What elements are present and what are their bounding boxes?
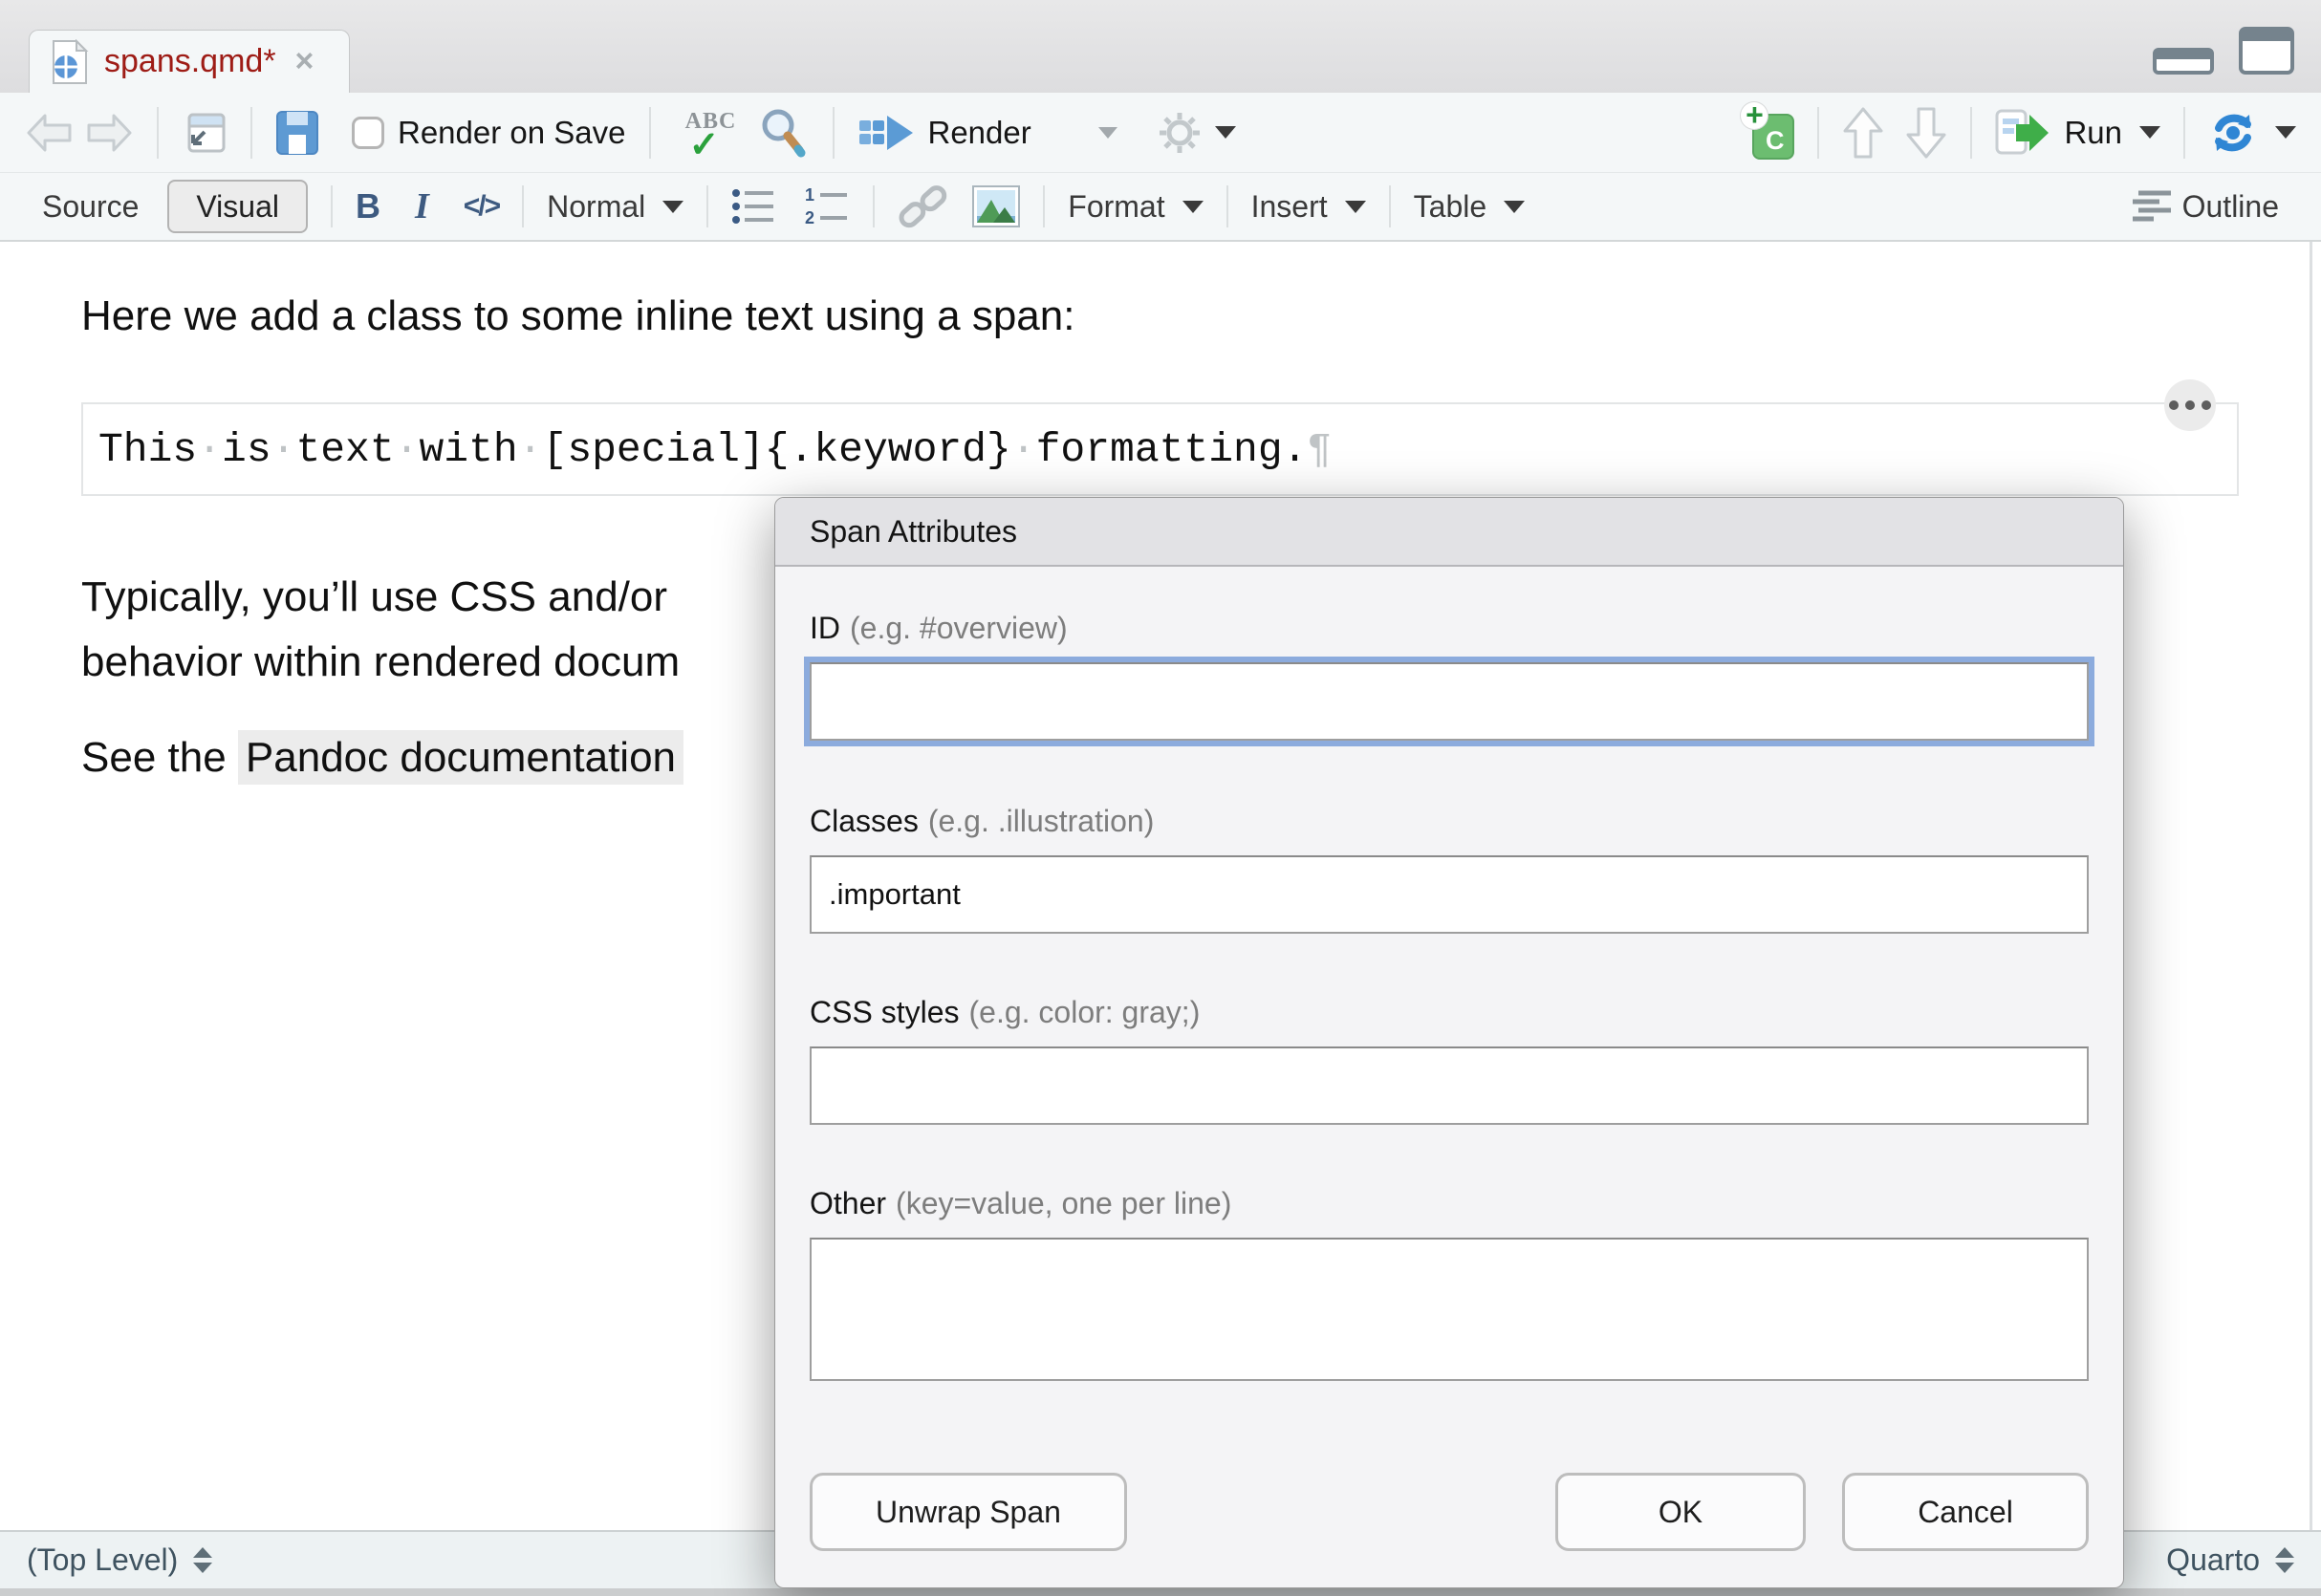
table-menu-caret[interactable]	[1504, 201, 1525, 213]
code-line: This·is·text·with·[special]{.keyword}·fo…	[98, 426, 1332, 473]
gear-icon[interactable]	[1158, 111, 1202, 155]
render-button[interactable]: Render	[928, 115, 1031, 151]
go-next-section-icon[interactable]	[1905, 106, 1947, 160]
inline-code-button[interactable]: </>	[464, 190, 499, 223]
save-icon[interactable]	[275, 110, 319, 156]
span-code-block[interactable]: This·is·text·with·[special]{.keyword}·fo…	[81, 402, 2239, 496]
classes-field-label: Classes(e.g. .illustration)	[810, 804, 2089, 842]
visual-mode-button[interactable]: Visual	[167, 180, 308, 233]
css-styles-input[interactable]	[810, 1046, 2089, 1125]
span-attributes-dialog: Span Attributes ID(e.g. #overview) Class…	[774, 497, 2124, 1588]
rerun-icon[interactable]	[2208, 109, 2258, 157]
search-icon[interactable]	[758, 106, 810, 160]
tab-close-icon[interactable]: ×	[295, 43, 315, 80]
css-styles-field-label: CSS styles(e.g. color: gray;)	[810, 995, 2089, 1033]
main-toolbar: Render on Save ABC ✓ Render	[0, 93, 2321, 173]
paragraph-style-caret[interactable]	[662, 201, 683, 213]
link-icon[interactable]	[898, 183, 949, 229]
scope-selector-arrows-icon	[193, 1547, 212, 1573]
paragraph-2: Typically, you’ll use CSS and/or behavio…	[81, 565, 680, 695]
tab-title: spans.qmd*	[104, 43, 276, 80]
render-icon	[857, 111, 915, 155]
svg-text:2: 2	[805, 208, 814, 226]
id-field-label: ID(e.g. #overview)	[810, 611, 2089, 649]
other-field-label: Other(key=value, one per line)	[810, 1186, 2089, 1224]
format-selector-arrows-icon	[2275, 1547, 2294, 1573]
italic-button[interactable]: I	[415, 185, 429, 227]
back-icon[interactable]	[25, 111, 75, 155]
svg-text:1: 1	[805, 186, 814, 205]
numbered-list-icon[interactable]: 1 2	[804, 186, 850, 226]
rerun-dropdown-caret[interactable]	[2275, 126, 2296, 139]
render-on-save-checkbox[interactable]	[352, 117, 384, 149]
dialog-title-bar[interactable]: Span Attributes	[775, 498, 2123, 567]
paragraph-1: Here we add a class to some inline text …	[81, 284, 1074, 349]
dialog-title: Span Attributes	[810, 514, 1017, 550]
paragraph-style-dropdown[interactable]: Normal	[547, 189, 645, 225]
scope-selector[interactable]: (Top Level)	[27, 1542, 212, 1578]
quarto-file-icon	[51, 39, 89, 85]
outline-icon[interactable]	[2133, 189, 2171, 224]
format-menu-caret[interactable]	[1182, 201, 1204, 213]
insert-chunk-icon[interactable]: C +	[1746, 106, 1794, 160]
block-options-ellipsis-button[interactable]	[2164, 379, 2216, 431]
run-icon	[1995, 109, 2050, 157]
id-input[interactable]	[810, 662, 2089, 741]
forward-icon[interactable]	[84, 111, 134, 155]
tab-bar: spans.qmd* ×	[0, 0, 2321, 93]
file-tab-spans-qmd[interactable]: spans.qmd* ×	[29, 30, 350, 93]
document-format-selector[interactable]: Quarto	[2166, 1542, 2294, 1578]
table-menu[interactable]: Table	[1414, 189, 1487, 225]
minimize-icon[interactable]	[2153, 48, 2214, 75]
go-previous-section-icon[interactable]	[1842, 106, 1884, 160]
spellcheck-icon[interactable]: ABC ✓	[680, 109, 743, 156]
bold-button[interactable]: B	[356, 186, 380, 226]
insert-menu-caret[interactable]	[1345, 201, 1366, 213]
other-input[interactable]	[810, 1238, 2089, 1381]
rstudio-editor-window: spans.qmd* ×	[0, 0, 2321, 1596]
ok-button[interactable]: OK	[1555, 1473, 1806, 1551]
insert-menu[interactable]: Insert	[1251, 189, 1328, 225]
outline-toggle[interactable]: Outline	[2182, 189, 2279, 225]
render-on-save-label: Render on Save	[398, 115, 626, 151]
popout-window-icon[interactable]	[182, 111, 228, 155]
maximize-icon[interactable]	[2239, 27, 2294, 75]
classes-input[interactable]	[810, 855, 2089, 934]
editor-right-edge	[2310, 242, 2312, 1530]
source-mode-button[interactable]: Source	[42, 189, 139, 225]
window-bottom-edge	[0, 1588, 2321, 1596]
pandoc-documentation-link[interactable]: Pandoc documentation	[238, 730, 683, 785]
image-icon[interactable]	[972, 185, 1020, 227]
window-controls	[2153, 27, 2294, 75]
cancel-button[interactable]: Cancel	[1842, 1473, 2089, 1551]
format-menu[interactable]: Format	[1068, 189, 1164, 225]
paragraph-3: See the Pandoc documentation	[81, 725, 683, 790]
format-toolbar: Source Visual B I </> Normal 1 2	[0, 173, 2321, 242]
run-dropdown-caret[interactable]	[2139, 126, 2160, 139]
render-dropdown-caret[interactable]	[1098, 127, 1117, 139]
run-button[interactable]: Run	[2064, 115, 2122, 151]
gear-dropdown-caret[interactable]	[1215, 126, 1236, 139]
unwrap-span-button[interactable]: Unwrap Span	[810, 1473, 1127, 1551]
bullet-list-icon[interactable]	[731, 186, 777, 226]
